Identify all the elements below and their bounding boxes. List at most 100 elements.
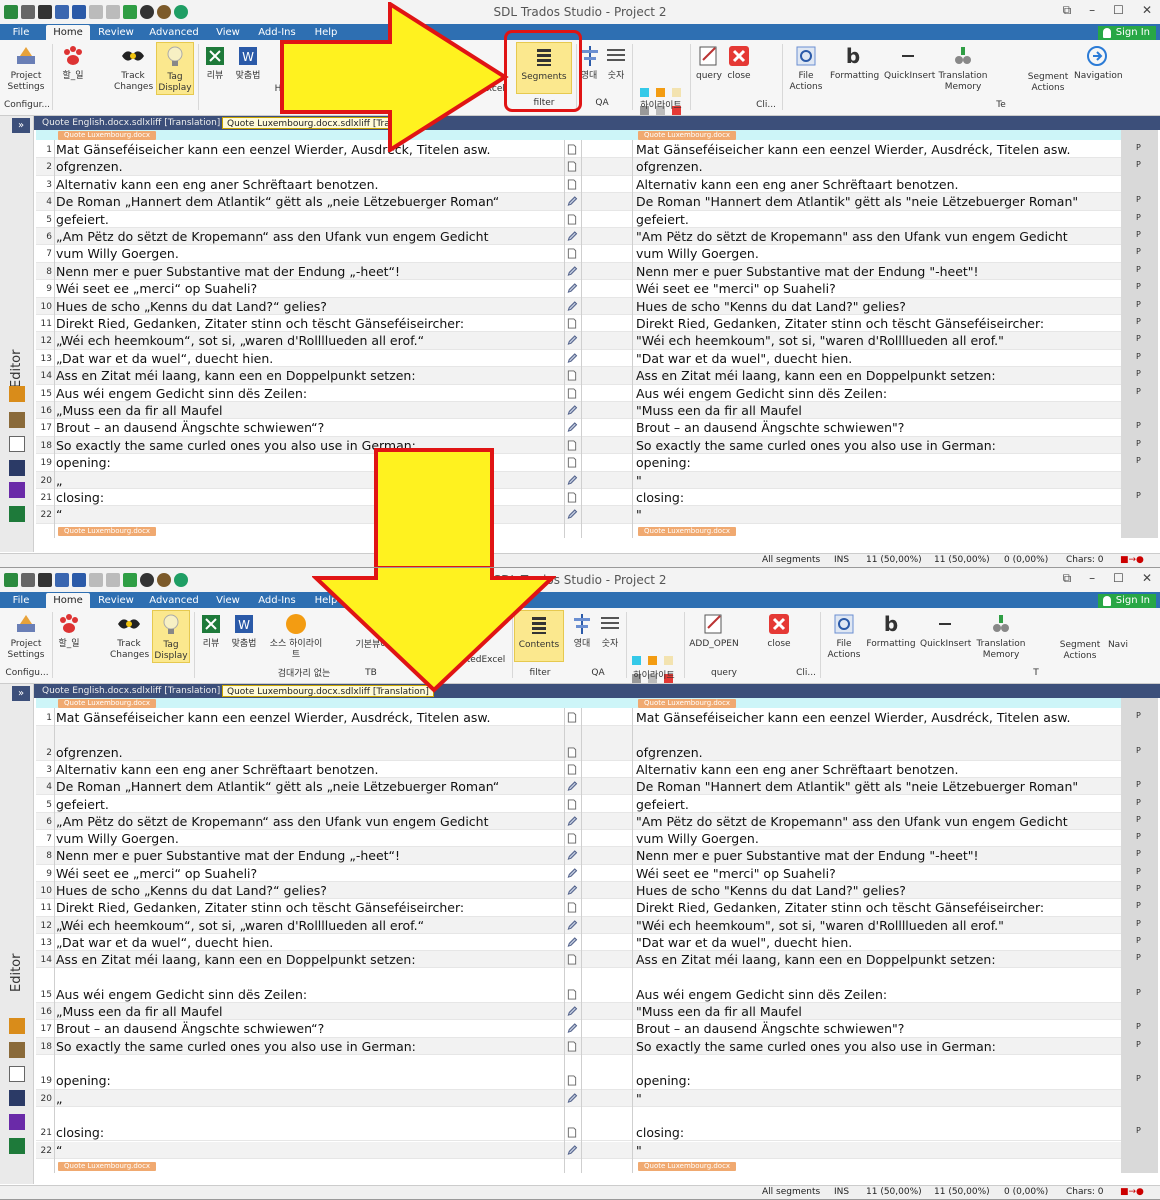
clipboard-group[interactable]: Cli...	[796, 610, 816, 679]
segment-row[interactable]: 13 „Dat war et da wuel“, duecht hien. "Dat…	[36, 934, 1141, 952]
segment-row[interactable]: 9 Wéi seet ee „merci“ op Suaheli? Wéi seet…	[36, 280, 1141, 298]
segment-row[interactable]: 11 Direkt Ried, Gedanken, Zitater stinn o…	[36, 315, 1141, 333]
target-text[interactable]: Alternativ kann een eng aner Schrëftaart…	[636, 177, 1121, 192]
formatting-button[interactable]: b Formatting	[830, 42, 879, 82]
home-icon[interactable]	[9, 1018, 25, 1034]
close-window-icon[interactable]: ✕	[1142, 3, 1152, 18]
tag-display-button[interactable]: Tag Display	[152, 610, 190, 663]
maximize-icon[interactable]: ☐	[1113, 571, 1124, 586]
target-text[interactable]: "	[636, 1143, 1121, 1158]
target-text[interactable]: Wéi seet ee "merci" op Suaheli?	[636, 866, 1121, 881]
track-changes-button[interactable]: Track Changes	[110, 610, 149, 661]
target-text[interactable]: gefeiert.	[636, 797, 1121, 812]
segment-row[interactable]: 3 Alternativ kann een eng aner Schrëftaar…	[36, 761, 1121, 779]
color-swatch-cyan[interactable]	[640, 88, 649, 97]
minimize-icon[interactable]: –	[1089, 571, 1095, 586]
target-text[interactable]: "	[636, 507, 1121, 522]
target-text[interactable]: "Dat war et da wuel", duecht hien.	[636, 351, 1121, 366]
reports-icon[interactable]	[9, 460, 25, 476]
restore-icon[interactable]: ⧉	[1063, 571, 1072, 586]
segment-row[interactable]: 7 vum Willy Goergen. vum Willy Goergen. P	[36, 830, 1141, 848]
quickinsert-button[interactable]: QuickInsert	[920, 610, 971, 650]
target-text[interactable]: De Roman "Hannert dem Atlantik" gëtt als…	[636, 779, 1121, 794]
color-swatch-tan[interactable]	[664, 656, 673, 665]
target-text[interactable]: Direkt Ried, Gedanken, Zitater stinn och…	[636, 900, 1121, 915]
target-text[interactable]: "Muss een da fir all Maufel	[636, 1004, 1121, 1019]
tab-view[interactable]: View	[208, 25, 248, 40]
target-text[interactable]: Aus wéi engem Gedicht sinn dës Zeilen:	[636, 386, 1121, 401]
home-icon[interactable]	[9, 386, 25, 402]
target-text[interactable]: vum Willy Goergen.	[636, 246, 1121, 261]
target-text[interactable]: "Wéi ech heemkoum", sot si, "waren d'Rol…	[636, 918, 1121, 933]
segment-row[interactable]: 4 De Roman „Hannert dem Atlantik“ gëtt al…	[36, 778, 1141, 796]
quickinsert-button[interactable]: QuickInsert	[884, 42, 935, 82]
qa-number-button[interactable]: 숫자	[604, 42, 628, 82]
doc-tab-english[interactable]: Quote English.docx.sdlxliff [Translation…	[38, 117, 224, 129]
segment-row[interactable]: 20 „ "	[36, 1089, 1121, 1107]
spellcheck-button[interactable]: W 맞춤법	[228, 610, 260, 650]
tab-advanced[interactable]: Advanced	[146, 593, 202, 608]
sign-in-button[interactable]: Sign In	[1097, 594, 1156, 608]
color-swatch-tan[interactable]	[672, 88, 681, 97]
tag-display-button[interactable]: Tag Display	[156, 42, 194, 95]
spellcheck-button[interactable]: W 맞춤법	[232, 42, 264, 82]
segment-row[interactable]: 22 “ "	[36, 1141, 1121, 1159]
segment-row[interactable]: 5 gefeiert. gefeiert. P	[36, 796, 1141, 813]
segment-row[interactable]: 15 Aus wéi engem Gedicht sinn dës Zeilen:…	[36, 385, 1141, 402]
segment-row[interactable]: 2 ofgrenzen. ofgrenzen. P	[36, 726, 1141, 761]
target-text[interactable]: Mat Gänseféiseicher kann een eenzel Wier…	[636, 710, 1121, 725]
target-text[interactable]: ofgrenzen.	[636, 745, 1121, 760]
target-text[interactable]: Ass en Zitat méi laang, kann een en Dopp…	[636, 952, 1121, 967]
segment-row[interactable]: 5 gefeiert. gefeiert. P	[36, 211, 1141, 228]
target-text[interactable]: Brout – an dausend Ängschte schwiewen"?	[636, 1021, 1121, 1036]
query-button[interactable]: query	[694, 42, 724, 82]
color-swatch-orange[interactable]	[648, 656, 657, 665]
target-text[interactable]: Direkt Ried, Gedanken, Zitater stinn och…	[636, 316, 1121, 331]
translation-memory-button[interactable]: Translation Memory	[976, 610, 1026, 661]
qa-eng-button[interactable]: 영대	[570, 610, 594, 650]
minimize-icon[interactable]: –	[1089, 3, 1095, 18]
segment-row[interactable]: 17 Brout – an dausend Ängschte schwiewen“…	[36, 1020, 1141, 1038]
segment-row[interactable]: 18 So exactly the same curled ones you al…	[36, 1037, 1141, 1055]
restore-icon[interactable]: ⧉	[1063, 3, 1072, 18]
color-swatch-cyan[interactable]	[632, 656, 641, 665]
reports-icon[interactable]	[9, 1090, 25, 1106]
tab-home[interactable]: Home	[46, 25, 90, 40]
segment-row[interactable]: 4 De Roman „Hannert dem Atlantik“ gëtt al…	[36, 193, 1141, 211]
target-text[interactable]: So exactly the same curled ones you also…	[636, 1039, 1121, 1054]
navigation-button[interactable]: Navigation	[1074, 42, 1123, 82]
projects-icon[interactable]	[9, 1042, 25, 1058]
target-text[interactable]: gefeiert.	[636, 212, 1121, 227]
segment-row[interactable]: 14 Ass en Zitat méi laang, kann een en Do…	[36, 367, 1141, 385]
segment-row[interactable]: 12 „Wéi ech heemkoum“, sot si, „waren d'R…	[36, 916, 1141, 934]
tm-nav-icon[interactable]	[9, 1138, 25, 1154]
segment-row[interactable]: 10 Hues de scho „Kenns du dat Land?“ geli…	[36, 882, 1141, 900]
file-actions-button[interactable]: File Actions	[824, 610, 864, 661]
tab-review[interactable]: Review	[94, 593, 138, 608]
color-swatch-orange[interactable]	[656, 88, 665, 97]
tab-file[interactable]: File	[2, 593, 40, 608]
target-text[interactable]: closing:	[636, 1125, 1121, 1140]
close-button[interactable]: close	[766, 610, 792, 650]
segment-row[interactable]: 21 closing: closing: P	[36, 1107, 1141, 1142]
segment-row[interactable]: 1 Mat Gänseféiseicher kann een eenzel Wie…	[36, 709, 1141, 727]
sign-in-button[interactable]: Sign In	[1097, 26, 1156, 40]
segment-row[interactable]: 16 „Muss een da fir all Maufel "Muss een d…	[36, 1003, 1121, 1021]
tab-home[interactable]: Home	[46, 593, 90, 608]
tab-review[interactable]: Review	[94, 25, 138, 40]
segment-row[interactable]: 8 Nenn mer e puer Substantive mat der End…	[36, 262, 1141, 281]
target-text[interactable]: Ass en Zitat méi laang, kann een en Dopp…	[636, 368, 1121, 383]
target-text[interactable]: opening:	[636, 1073, 1121, 1088]
target-text[interactable]: "Am Pëtz do sëtzt de Kropemann" ass den …	[636, 814, 1121, 829]
segment-row[interactable]: 19 opening: opening: P	[36, 454, 1141, 472]
segment-row[interactable]: 8 Nenn mer e puer Substantive mat der End…	[36, 847, 1141, 865]
target-text[interactable]: opening:	[636, 455, 1121, 470]
target-text[interactable]: "	[636, 473, 1121, 488]
segment-row[interactable]: 6 „Am Pëtz do sëtzt de Kropemann“ ass den…	[36, 228, 1141, 246]
navigation-button[interactable]: Navi	[1106, 610, 1130, 651]
segment-row[interactable]: 13 „Dat war et da wuel“, duecht hien. "Dat…	[36, 350, 1141, 368]
segment-actions-button[interactable]: Segment Actions	[1026, 42, 1070, 94]
qa-number-button[interactable]: 숫자	[598, 610, 622, 650]
segment-row[interactable]: 20 „ "	[36, 471, 1121, 489]
segment-row[interactable]: 3 Alternativ kann een eng aner Schrëftaar…	[36, 176, 1121, 194]
